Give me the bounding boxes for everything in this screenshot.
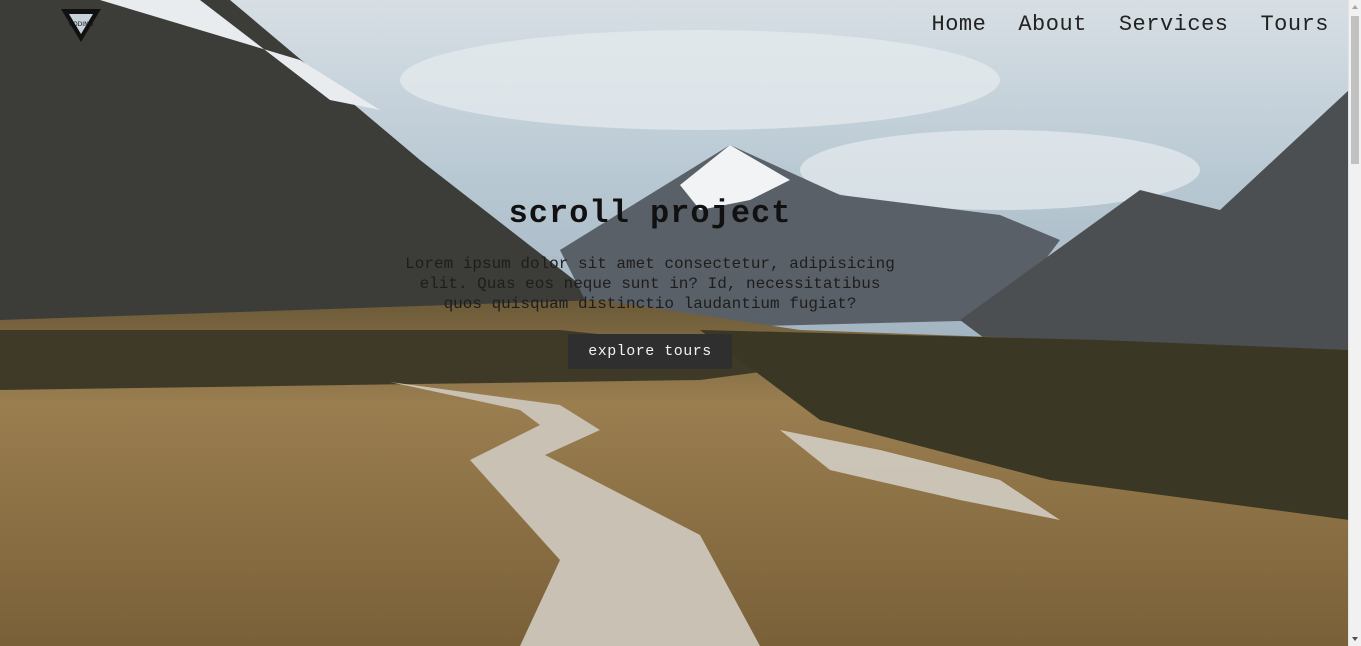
coding-addict-logo-icon[interactable]: CODING [60, 6, 102, 44]
nav-link-services[interactable]: Services [1119, 12, 1229, 37]
hero-title: scroll project [508, 195, 792, 232]
hero-banner: scroll project Lorem ipsum dolor sit ame… [400, 195, 900, 369]
explore-tours-button[interactable]: explore tours [568, 334, 732, 369]
nav-link-tours[interactable]: Tours [1260, 12, 1329, 37]
nav-item-services: Services [1119, 12, 1229, 37]
svg-text:CODING: CODING [69, 21, 94, 28]
nav-link-about[interactable]: About [1018, 12, 1087, 37]
page-scrollbar[interactable] [1348, 0, 1361, 646]
nav-item-tours: Tours [1260, 12, 1329, 37]
scroll-up-arrow-icon[interactable] [1352, 5, 1358, 9]
nav-item-home: Home [932, 12, 987, 37]
hero-section: CODING Home About Services Tours scroll … [0, 0, 1349, 646]
scroll-down-arrow-icon[interactable] [1352, 637, 1358, 641]
navbar: CODING Home About Services Tours [0, 0, 1349, 56]
scrollbar-thumb[interactable] [1351, 16, 1359, 164]
nav-link-home[interactable]: Home [932, 12, 987, 37]
hero-description: Lorem ipsum dolor sit amet consectetur, … [405, 255, 895, 313]
nav-links: Home About Services Tours [932, 12, 1329, 37]
nav-item-about: About [1018, 12, 1087, 37]
